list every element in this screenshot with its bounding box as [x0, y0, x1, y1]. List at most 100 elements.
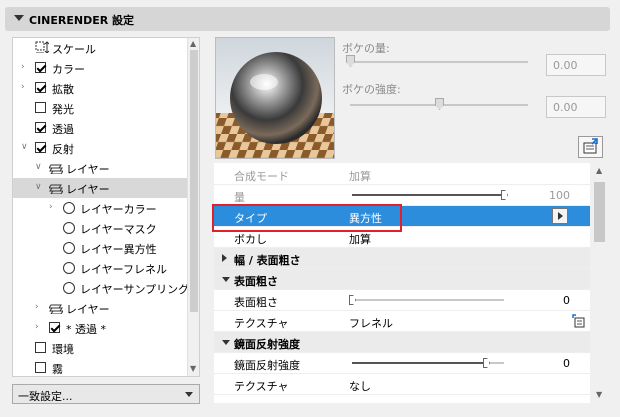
bokeh-amount-slider[interactable] — [346, 55, 355, 67]
tree-item[interactable]: レイヤーマスク — [13, 218, 187, 238]
group-header[interactable]: 表面粗さ — [214, 269, 590, 290]
property-row[interactable]: 表面粗さ 0 — [214, 290, 590, 311]
property-row[interactable]: 量 100 — [214, 185, 590, 206]
property-value[interactable]: 加算 — [349, 168, 371, 184]
tree-item[interactable]: ∨ レイヤー — [13, 178, 187, 198]
tree-item-label: レイヤー — [66, 163, 110, 176]
property-key: 鏡面反射強度 — [234, 359, 300, 372]
tree-item-radio[interactable] — [63, 222, 75, 234]
property-row[interactable]: ボカし 加算 — [214, 227, 590, 248]
tree-item[interactable]: 透過 — [13, 118, 187, 138]
chrome-sphere-image — [216, 38, 334, 158]
tree-item[interactable]: › カラー — [13, 58, 187, 78]
grid-scroll-up-icon[interactable]: ▲ — [596, 166, 602, 175]
tree-item-checkbox[interactable] — [35, 62, 46, 73]
property-row[interactable]: 合成モード 加算 — [214, 164, 590, 185]
tree-item-label: レイヤー — [66, 303, 110, 316]
property-key: 量 — [234, 191, 245, 204]
property-key: タイプ — [234, 212, 267, 225]
tree-item-checkbox[interactable] — [35, 362, 46, 373]
property-row[interactable]: タイプ 異方性 — [214, 206, 590, 227]
property-key: テクスチャ — [234, 317, 289, 330]
tree-item[interactable]: ∨ 反射 — [13, 138, 187, 158]
tree-item-radio[interactable] — [63, 262, 75, 274]
grid-scroll-thumb[interactable] — [594, 182, 605, 242]
chevron-right-icon[interactable]: › — [21, 63, 29, 72]
property-row[interactable]: テクスチャ フレネル — [214, 311, 590, 332]
tree-item[interactable]: 霧 — [13, 358, 187, 376]
bokeh-amount-track[interactable] — [350, 61, 528, 63]
tree-item[interactable]: › 拡散 — [13, 78, 187, 98]
tree-item-checkbox[interactable] — [49, 322, 60, 333]
tree-item-label: レイヤーマスク — [80, 223, 157, 236]
chevron-down-icon[interactable]: ∨ — [21, 143, 29, 152]
tree-item[interactable]: レイヤーサンプリング — [13, 278, 189, 298]
property-value[interactable]: 異方性 — [349, 210, 382, 226]
property-value[interactable]: なし — [349, 378, 371, 394]
tree-item-label: レイヤー — [66, 183, 110, 196]
tree-item[interactable]: › レイヤーカラー — [13, 198, 187, 218]
tree-scroll-thumb[interactable] — [190, 50, 198, 312]
property-slider-fill — [352, 194, 504, 196]
property-slider-knob[interactable] — [349, 295, 356, 305]
tree-item-checkbox[interactable] — [35, 82, 46, 93]
tree-item[interactable]: 環境 — [13, 338, 187, 358]
tree-item[interactable]: 発光 — [13, 98, 187, 118]
tree-scrollbar[interactable]: ▲ ▼ — [187, 38, 199, 376]
chevron-down-icon[interactable]: ∨ — [35, 163, 43, 172]
property-row[interactable]: テクスチャ なし — [214, 374, 590, 395]
tree-item-checkbox[interactable] — [35, 342, 46, 353]
group-header[interactable]: 鏡面反射強度 — [214, 332, 590, 353]
tree-item[interactable]: › レイヤー — [13, 298, 187, 318]
chevron-right-icon[interactable]: › — [35, 323, 43, 332]
match-settings-dropdown[interactable]: 一致設定... — [12, 384, 200, 404]
chevron-right-icon[interactable]: › — [49, 203, 57, 212]
tree-item[interactable]: レイヤーフレネル — [13, 258, 187, 278]
grid-scrollbar[interactable]: ▲ ▼ — [591, 163, 608, 403]
chevron-right-icon[interactable]: › — [35, 303, 43, 312]
tree-item-checkbox[interactable] — [35, 122, 46, 133]
tree-item-radio[interactable] — [63, 202, 75, 214]
tree-item[interactable]: レイヤー異方性 — [13, 238, 187, 258]
property-value[interactable]: フレネル — [349, 315, 393, 331]
expand-right-icon[interactable] — [222, 254, 227, 262]
bokeh-strength-field[interactable]: 0.00 — [546, 96, 606, 118]
expand-down-icon[interactable] — [222, 277, 230, 282]
property-slider-knob[interactable] — [483, 358, 490, 368]
material-preview — [215, 37, 335, 159]
tree-item-checkbox[interactable] — [35, 102, 46, 113]
tree-item-checkbox[interactable] — [35, 142, 46, 153]
tree-item[interactable]: スケール — [13, 38, 187, 58]
section-header[interactable]: CINERENDER 設定 — [5, 7, 610, 31]
chevron-right-icon[interactable]: › — [21, 83, 29, 92]
tree-item[interactable]: ∨ レイヤー — [13, 158, 187, 178]
chevron-down-icon[interactable]: ∨ — [35, 183, 43, 192]
property-slider-knob[interactable] — [501, 190, 508, 200]
tree-item-radio[interactable] — [63, 282, 75, 294]
bokeh-amount-field[interactable]: 0.00 — [546, 54, 606, 76]
group-header[interactable]: 幅 / 表面粗さ — [214, 248, 590, 269]
tree-item-radio[interactable] — [63, 242, 75, 254]
property-row[interactable]: 鏡面反射強度 0 — [214, 353, 590, 374]
grid-scroll-down-icon[interactable]: ▼ — [596, 390, 602, 399]
load-settings-button[interactable] — [578, 136, 603, 158]
property-key: 合成モード — [234, 170, 289, 183]
property-slider-track[interactable] — [352, 299, 504, 301]
group-header-label: 鏡面反射強度 — [234, 338, 300, 351]
texture-edit-icon[interactable] — [572, 314, 586, 328]
expand-down-icon[interactable] — [222, 340, 230, 345]
property-value[interactable]: 100 — [549, 189, 570, 202]
property-value[interactable]: 加算 — [349, 231, 371, 247]
property-value[interactable]: 0 — [563, 357, 570, 370]
bokeh-strength-slider[interactable] — [435, 98, 444, 110]
scroll-down-icon[interactable]: ▼ — [190, 364, 196, 373]
tree-item-label: 反射 — [52, 143, 74, 156]
tree-item-label: 透過 — [52, 123, 74, 136]
property-value[interactable]: 0 — [563, 294, 570, 307]
scroll-up-icon[interactable]: ▲ — [190, 39, 196, 48]
tree-item[interactable]: › * 透過 * — [13, 318, 187, 338]
type-picker-button[interactable] — [552, 208, 568, 224]
tree-item-label: 発光 — [52, 103, 74, 116]
property-key: ボカし — [234, 233, 267, 246]
bokeh-amount-label: ボケの量: — [342, 42, 390, 55]
